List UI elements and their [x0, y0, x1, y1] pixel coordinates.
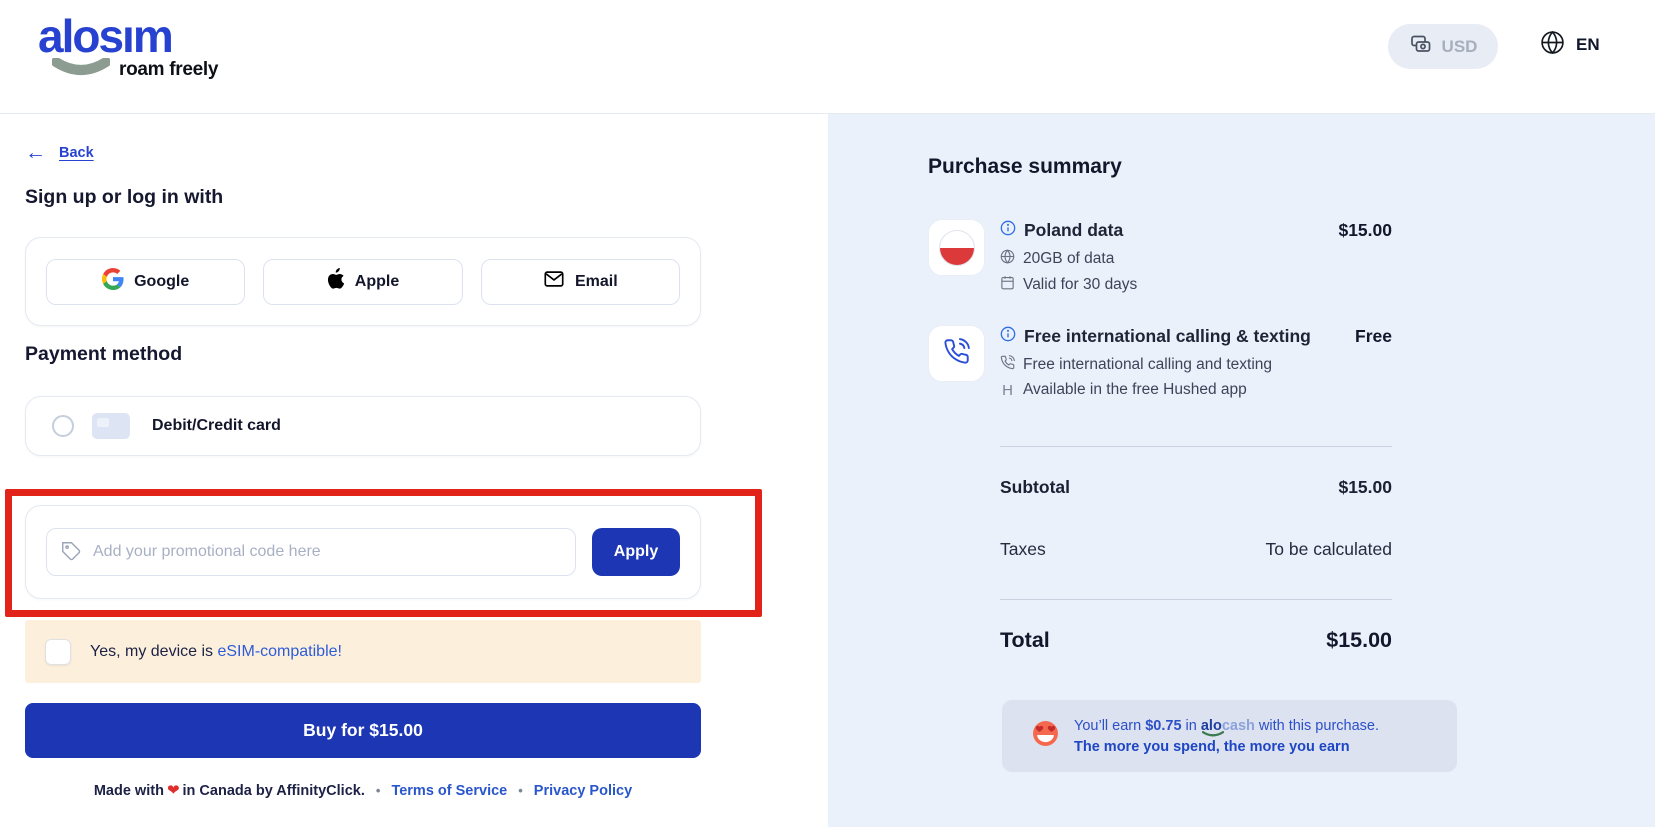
promo-code-card: Apply [25, 505, 701, 599]
google-login-button[interactable]: Google [46, 259, 245, 305]
apple-login-button[interactable]: Apple [263, 259, 462, 305]
tag-icon [61, 541, 82, 567]
currency-selector[interactable]: USD [1388, 24, 1498, 69]
back-arrow-icon: ← [25, 142, 46, 163]
phone-call-icon [943, 338, 970, 370]
globe-icon [1540, 30, 1565, 60]
alocash-logo-alo: alo [1201, 718, 1222, 734]
payment-heading: Payment method [25, 343, 182, 366]
earn-pre: You’ll earn [1074, 718, 1145, 734]
divider [1000, 446, 1392, 447]
alocash-earn-box: You’ll earn $0.75 in alocash with this p… [1002, 700, 1457, 772]
alosim-logo[interactable]: alosım roam freely [38, 13, 218, 81]
email-icon [543, 268, 565, 295]
cash-icon [1409, 32, 1433, 61]
checkout-page: alosım roam freely USD [0, 0, 1655, 827]
esim-compatible-row: Yes, my device is eSIM-compatible! [25, 620, 701, 683]
alocash-logo-cash: cash [1222, 718, 1255, 734]
email-label: Email [575, 273, 618, 291]
poland-flag-tile [928, 219, 985, 276]
item-detail-text: 20GB of data [1023, 250, 1114, 268]
total-value: $15.00 [1326, 628, 1392, 653]
item-price: $15.00 [1338, 220, 1392, 241]
earn-amount: $0.75 [1145, 718, 1181, 734]
total-row: Total $15.00 [1000, 628, 1392, 653]
esim-text-part: Yes, my device is [90, 643, 217, 660]
item-price: Free [1355, 326, 1392, 347]
card-payment-radio[interactable] [52, 415, 74, 437]
item-detail-text: Available in the free Hushed app [1023, 381, 1247, 399]
back-label: Back [59, 145, 94, 161]
item-detail-text: Valid for 30 days [1023, 276, 1137, 294]
header: alosım roam freely USD [0, 0, 1655, 114]
phone-small-icon [1000, 355, 1015, 375]
back-link[interactable]: ← Back [25, 142, 94, 163]
item-detail: Free international calling and texting [1000, 355, 1272, 375]
item-detail: H Available in the free Hushed app [1000, 381, 1247, 399]
item-detail: Valid for 30 days [1000, 275, 1137, 295]
heart-eyes-emoji-icon [1032, 720, 1059, 752]
earn-post: with this purchase. [1255, 718, 1379, 734]
login-providers-card: Google Apple Email [25, 237, 701, 326]
esim-compatible-checkbox[interactable] [45, 639, 71, 665]
subtotal-value: $15.00 [1338, 477, 1392, 498]
footer-bullet: • [518, 783, 523, 798]
apply-promo-button[interactable]: Apply [592, 528, 680, 576]
language-selector[interactable]: EN [1540, 30, 1600, 60]
summary-item: Poland data $15.00 [1000, 220, 1392, 241]
card-payment-label: Debit/Credit card [152, 417, 281, 435]
globe-small-icon [1000, 249, 1015, 269]
info-icon[interactable] [1000, 326, 1016, 347]
info-icon[interactable] [1000, 220, 1016, 241]
promo-code-input[interactable] [46, 528, 576, 576]
subtotal-label: Subtotal [1000, 477, 1070, 498]
calendar-icon [1000, 275, 1015, 295]
email-login-button[interactable]: Email [481, 259, 680, 305]
footer: Made with❤in Canada by AffinityClick. • Te… [25, 781, 701, 799]
logo-tagline: roam freely [119, 59, 218, 81]
privacy-policy-link[interactable]: Privacy Policy [534, 783, 632, 799]
currency-label: USD [1442, 37, 1478, 57]
earn-tagline: The more you spend, the more you earn [1074, 739, 1379, 755]
earn-message: You’ll earn $0.75 in alocash with this p… [1074, 718, 1379, 734]
item-title: Poland data [1024, 220, 1123, 241]
earn-mid: in [1182, 718, 1201, 734]
divider [1000, 599, 1392, 600]
terms-of-service-link[interactable]: Terms of Service [391, 783, 507, 799]
hushed-icon: H [1000, 382, 1015, 399]
made-with-text: Made with [94, 783, 164, 799]
item-detail-text: Free international calling and texting [1023, 356, 1272, 374]
total-label: Total [1000, 628, 1050, 653]
taxes-label: Taxes [1000, 539, 1046, 560]
taxes-row: Taxes To be calculated [1000, 539, 1392, 560]
made-in-text: in Canada by AffinityClick. [183, 783, 365, 799]
esim-compatible-text: Yes, my device is eSIM-compatible! [90, 643, 342, 661]
apple-icon [327, 268, 345, 295]
esim-compatible-link[interactable]: eSIM-compatible! [217, 643, 342, 660]
credit-card-icon [92, 413, 130, 439]
heart-icon: ❤ [167, 782, 180, 799]
subtotal-row: Subtotal $15.00 [1000, 477, 1392, 498]
footer-bullet: • [376, 783, 381, 798]
logo-wordmark: alosım [38, 13, 218, 59]
google-icon [102, 268, 124, 295]
signin-heading: Sign up or log in with [25, 186, 223, 209]
apple-label: Apple [355, 273, 399, 291]
buy-button[interactable]: Buy for $15.00 [25, 703, 701, 758]
language-label: EN [1576, 35, 1600, 55]
item-detail: 20GB of data [1000, 249, 1114, 269]
card-payment-option[interactable]: Debit/Credit card [25, 396, 701, 456]
item-title: Free international calling & texting [1024, 326, 1311, 347]
purchase-summary-title: Purchase summary [928, 155, 1122, 179]
google-label: Google [134, 273, 189, 291]
summary-item: Free international calling & texting Fre… [1000, 326, 1392, 347]
logo-smile-icon [52, 58, 110, 81]
taxes-value: To be calculated [1266, 539, 1392, 560]
calling-tile [928, 325, 985, 382]
promo-input-wrap [46, 528, 576, 576]
poland-flag-icon [939, 230, 975, 266]
